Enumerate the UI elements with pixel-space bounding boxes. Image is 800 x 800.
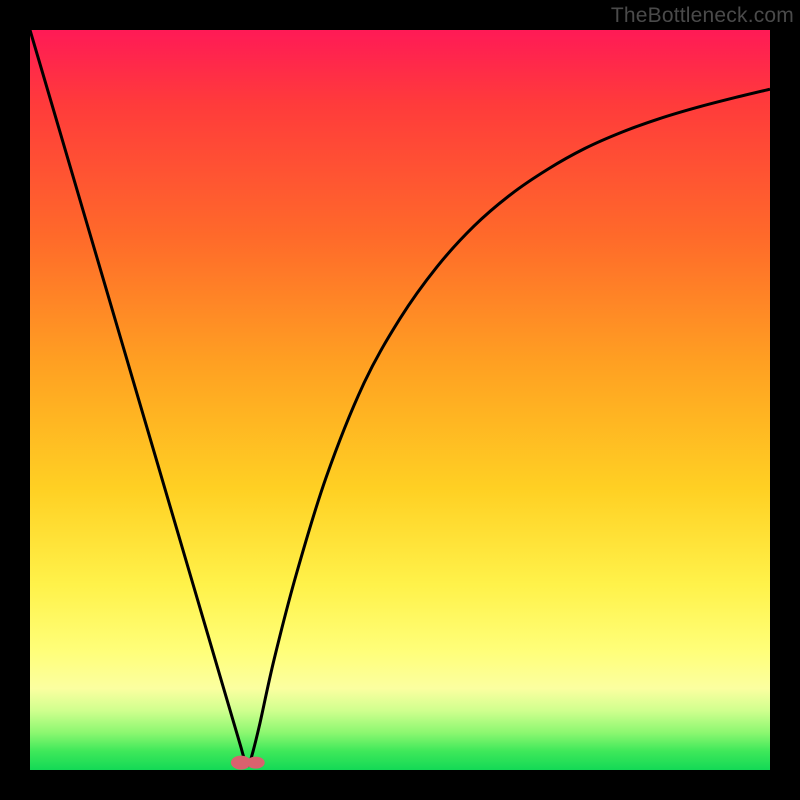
watermark-text: TheBottleneck.com xyxy=(611,4,794,28)
bottleneck-curve xyxy=(30,30,770,770)
minimum-markers xyxy=(231,756,265,770)
chart-frame: TheBottleneck.com xyxy=(0,0,800,800)
curve-line xyxy=(30,30,770,766)
plot-area xyxy=(30,30,770,770)
minimum-dot-2 xyxy=(247,757,265,769)
